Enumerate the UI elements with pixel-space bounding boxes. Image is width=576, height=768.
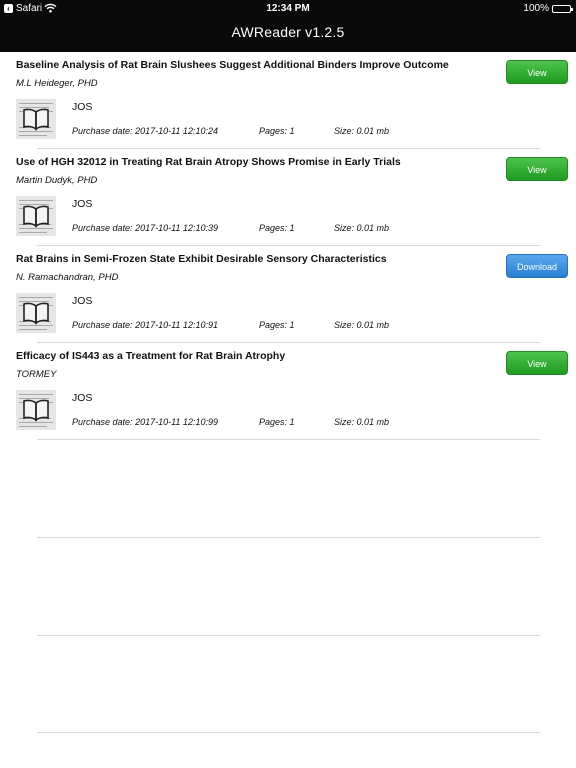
document-journal: JOS	[72, 392, 93, 404]
book-icon	[23, 108, 49, 131]
purchase-date-value: 2017-10-11 12:10:24	[135, 126, 218, 136]
document-row[interactable]: Rat Brains in Semi-Frozen State Exhibit …	[0, 246, 576, 343]
purchase-date: Purchase date: 2017-10-11 12:10:91	[72, 320, 218, 330]
size-label: Size:	[334, 126, 355, 136]
page-count: Pages: 1	[259, 320, 295, 330]
pages-value: 1	[289, 320, 295, 330]
purchase-date-label: Purchase date:	[72, 417, 133, 427]
document-thumbnail	[16, 99, 56, 139]
page-count: Pages: 1	[259, 417, 295, 427]
book-icon	[23, 302, 49, 325]
battery-percent: 100%	[523, 3, 549, 14]
battery-status: 100%	[523, 3, 573, 14]
pages-label: Pages:	[259, 320, 288, 330]
document-journal: JOS	[72, 101, 93, 113]
empty-row-separator	[37, 537, 540, 538]
document-list: Baseline Analysis of Rat Brain Slushees …	[0, 52, 576, 440]
download-button[interactable]: Download	[506, 254, 568, 278]
book-icon	[23, 399, 49, 422]
app-title: AWReader v1.2.5	[231, 24, 345, 40]
pages-value: 1	[289, 417, 295, 427]
file-size: Size: 0.01 mb	[334, 223, 389, 233]
status-time: 12:34 PM	[266, 3, 310, 14]
document-row[interactable]: Use of HGH 32012 in Treating Rat Brain A…	[0, 149, 576, 246]
purchase-date-value: 2017-10-11 12:10:91	[135, 320, 218, 330]
file-size: Size: 0.01 mb	[334, 417, 389, 427]
app-header: ‹ Safari 12:34 PM 100% AWReader v1.2.5	[0, 0, 576, 52]
file-size: Size: 0.01 mb	[334, 126, 389, 136]
document-author: TORMEY	[16, 369, 57, 380]
size-value: 0.01 mb	[356, 320, 390, 330]
view-button[interactable]: View	[506, 351, 568, 375]
purchase-date-value: 2017-10-11 12:10:99	[135, 417, 218, 427]
battery-icon	[552, 4, 573, 13]
purchase-date: Purchase date: 2017-10-11 12:10:24	[72, 126, 218, 136]
book-icon	[23, 205, 49, 228]
size-label: Size:	[334, 223, 355, 233]
document-author: M.L Heideger, PHD	[16, 78, 98, 89]
size-label: Size:	[334, 417, 355, 427]
row-separator	[37, 439, 540, 440]
document-title[interactable]: Rat Brains in Semi-Frozen State Exhibit …	[16, 253, 387, 265]
purchase-date: Purchase date: 2017-10-11 12:10:99	[72, 417, 218, 427]
size-value: 0.01 mb	[356, 417, 390, 427]
size-label: Size:	[334, 320, 355, 330]
pages-value: 1	[289, 223, 295, 233]
document-thumbnail	[16, 390, 56, 430]
empty-row-separator	[37, 635, 540, 636]
page-count: Pages: 1	[259, 126, 295, 136]
pages-value: 1	[289, 126, 295, 136]
file-size: Size: 0.01 mb	[334, 320, 389, 330]
size-value: 0.01 mb	[356, 126, 390, 136]
document-journal: JOS	[72, 295, 93, 307]
document-thumbnail	[16, 293, 56, 333]
view-button[interactable]: View	[506, 60, 568, 84]
size-value: 0.01 mb	[356, 223, 390, 233]
document-journal: JOS	[72, 198, 93, 210]
page-count: Pages: 1	[259, 223, 295, 233]
document-author: Martin Dudyk, PHD	[16, 175, 98, 186]
status-bar: ‹ Safari 12:34 PM 100%	[0, 0, 576, 17]
purchase-date-label: Purchase date:	[72, 320, 133, 330]
purchase-date-label: Purchase date:	[72, 126, 133, 136]
empty-row-separator	[37, 732, 540, 733]
view-button[interactable]: View	[506, 157, 568, 181]
document-row[interactable]: Efficacy of IS443 as a Treatment for Rat…	[0, 343, 576, 440]
pages-label: Pages:	[259, 126, 288, 136]
document-title[interactable]: Efficacy of IS443 as a Treatment for Rat…	[16, 350, 285, 362]
purchase-date-label: Purchase date:	[72, 223, 133, 233]
purchase-date: Purchase date: 2017-10-11 12:10:39	[72, 223, 218, 233]
document-row[interactable]: Baseline Analysis of Rat Brain Slushees …	[0, 52, 576, 149]
purchase-date-value: 2017-10-11 12:10:39	[135, 223, 218, 233]
document-thumbnail	[16, 196, 56, 236]
document-title[interactable]: Baseline Analysis of Rat Brain Slushees …	[16, 59, 449, 71]
pages-label: Pages:	[259, 223, 288, 233]
pages-label: Pages:	[259, 417, 288, 427]
document-title[interactable]: Use of HGH 32012 in Treating Rat Brain A…	[16, 156, 401, 168]
document-author: N. Ramachandran, PHD	[16, 272, 119, 283]
